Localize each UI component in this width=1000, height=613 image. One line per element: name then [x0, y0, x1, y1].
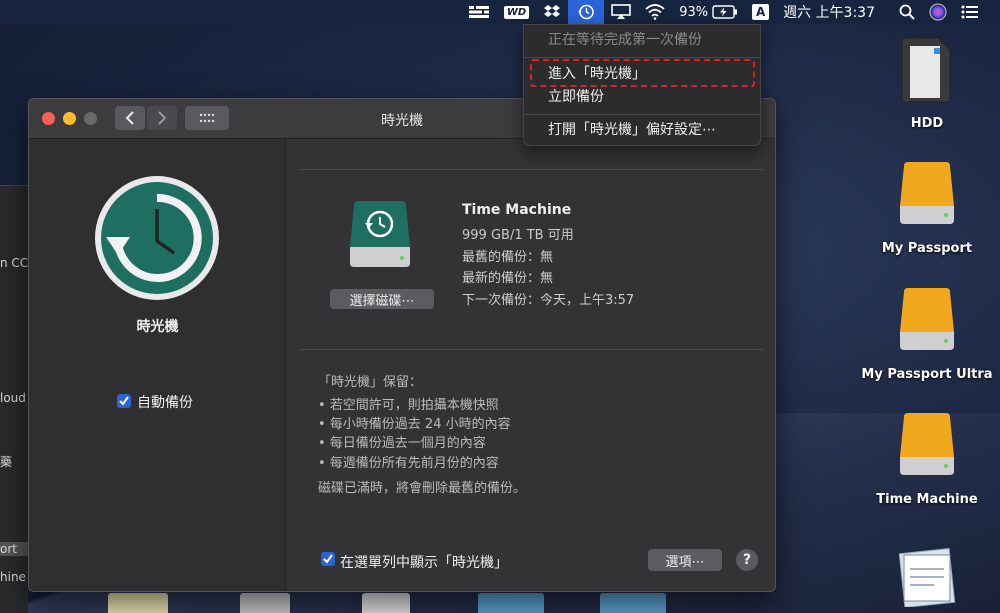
highlight-annotation — [530, 59, 755, 87]
battery-status[interactable]: 93% — [672, 0, 745, 24]
next-backup: 下一次備份：今天，上午3:57 — [462, 293, 635, 308]
dock-item[interactable] — [600, 593, 666, 613]
time-machine-preferences-window: 時光機 時光機 自動備份 選擇磁碟⋯ Time Machine 999 GB/1… — [28, 98, 776, 592]
keep-title: 「時光機」保留： — [318, 375, 423, 390]
checkmark-icon — [323, 554, 333, 564]
wd-icon[interactable]: WD — [497, 0, 536, 24]
background-window-fragment: n CC loud 藥 ort hine — [0, 185, 28, 613]
options-button[interactable]: 選項⋯ — [648, 549, 722, 571]
external-drive-icon — [900, 288, 954, 350]
external-drive-icon — [900, 162, 954, 224]
disk-available: 999 GB/1 TB 可用 — [462, 228, 574, 243]
latest-backup: 最新的備份：無 — [462, 271, 554, 286]
document-icon — [898, 547, 956, 607]
wifi-icon[interactable] — [638, 0, 672, 24]
time-machine-icon — [95, 176, 219, 300]
menu-bar: WD 93% A 週六 上午3:37 — [0, 0, 1000, 24]
menu-item-open-preferences[interactable]: 打開「時光機」偏好設定⋯ — [524, 119, 760, 141]
help-button[interactable]: ? — [736, 549, 758, 571]
airplay-icon[interactable] — [604, 0, 638, 24]
right-pane: 選擇磁碟⋯ Time Machine 999 GB/1 TB 可用 最舊的備份：… — [286, 139, 775, 591]
keep-item: • 每日備份過去一個月的內容 — [318, 436, 486, 451]
menu-separator — [524, 57, 760, 58]
siri-icon[interactable] — [922, 0, 954, 24]
disk-name: Time Machine — [462, 202, 572, 218]
dock-item[interactable] — [240, 593, 290, 613]
checkmark-icon — [119, 396, 129, 406]
time-machine-menu: 正在等待完成第一次備份 進入「時光機」 立即備份 打開「時光機」偏好設定⋯ — [523, 24, 761, 146]
battery-icon — [712, 5, 738, 19]
spotlight-icon[interactable] — [892, 0, 922, 24]
backup-disk-icon — [350, 201, 410, 267]
list-icon[interactable] — [954, 0, 986, 24]
full-disk-note: 磁碟已滿時，將會刪除最舊的備份。 — [318, 481, 527, 496]
auto-backup-checkbox[interactable] — [117, 394, 131, 408]
keep-item: • 每週備份所有先前月份的內容 — [318, 456, 499, 471]
auto-backup-label: 自動備份 — [137, 395, 193, 411]
external-drive-icon — [900, 413, 954, 475]
show-in-menubar-checkbox[interactable] — [321, 552, 335, 566]
dock-item[interactable] — [108, 593, 168, 613]
dropbox-icon[interactable] — [536, 0, 568, 24]
dock-item[interactable] — [478, 593, 544, 613]
menu-item-status: 正在等待完成第一次備份 — [548, 32, 702, 48]
app-name: 時光機 — [136, 319, 179, 335]
select-disk-button[interactable]: 選擇磁碟⋯ — [330, 289, 434, 309]
dock-item[interactable] — [362, 593, 410, 613]
keep-item: • 若空間許可，則拍攝本機快照 — [318, 398, 499, 413]
left-pane: 時光機 自動備份 — [29, 139, 286, 591]
menu-item-backup-now[interactable]: 立即備份 — [524, 86, 760, 108]
oldest-backup: 最舊的備份：無 — [462, 250, 554, 265]
sd-card-icon — [901, 37, 951, 103]
keep-item: • 每小時備份過去 24 小時的內容 — [318, 417, 511, 432]
divider — [300, 349, 763, 350]
time-machine-icon[interactable] — [568, 0, 605, 24]
divider — [300, 169, 763, 170]
show-in-menubar-label: 在選單列中顯示「時光機」 — [340, 555, 508, 571]
input-source-icon[interactable]: A — [745, 0, 776, 24]
db-stack-icon[interactable] — [461, 0, 497, 24]
menu-separator — [524, 114, 760, 115]
menubar-clock[interactable]: 週六 上午3:37 — [776, 0, 882, 24]
